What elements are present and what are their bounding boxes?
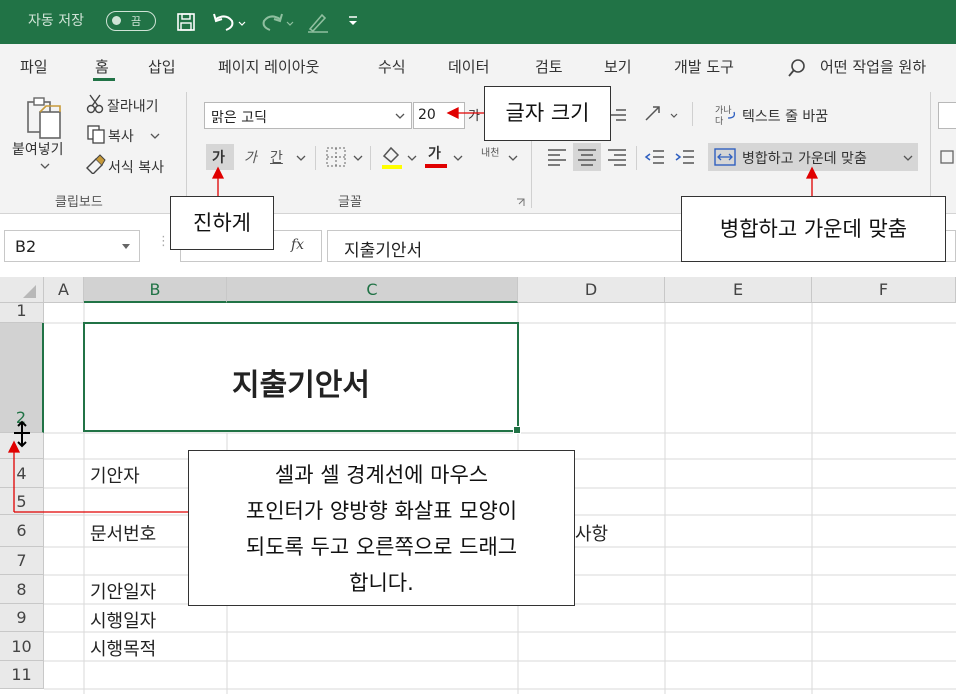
callout-bold: 진하게 bbox=[170, 196, 274, 250]
callout-drag-line-3: 되도록 두고 오른쪽으로 드래그 bbox=[245, 535, 518, 559]
callout-drag-instruction: 셀과 셀 경계선에 마우스 포인터가 양방향 화살표 모양이 되도록 두고 오른… bbox=[188, 450, 575, 606]
callout-drag-line-2: 포인터가 양방향 화살표 모양이 bbox=[245, 499, 518, 523]
callout-merge: 병합하고 가운데 맞춤 bbox=[681, 196, 946, 262]
callout-drag-line-4: 합니다. bbox=[349, 571, 414, 595]
callout-drag-line-1: 셀과 셀 경계선에 마우스 bbox=[274, 463, 489, 487]
callout-font-size: 글자 크기 bbox=[484, 86, 611, 141]
